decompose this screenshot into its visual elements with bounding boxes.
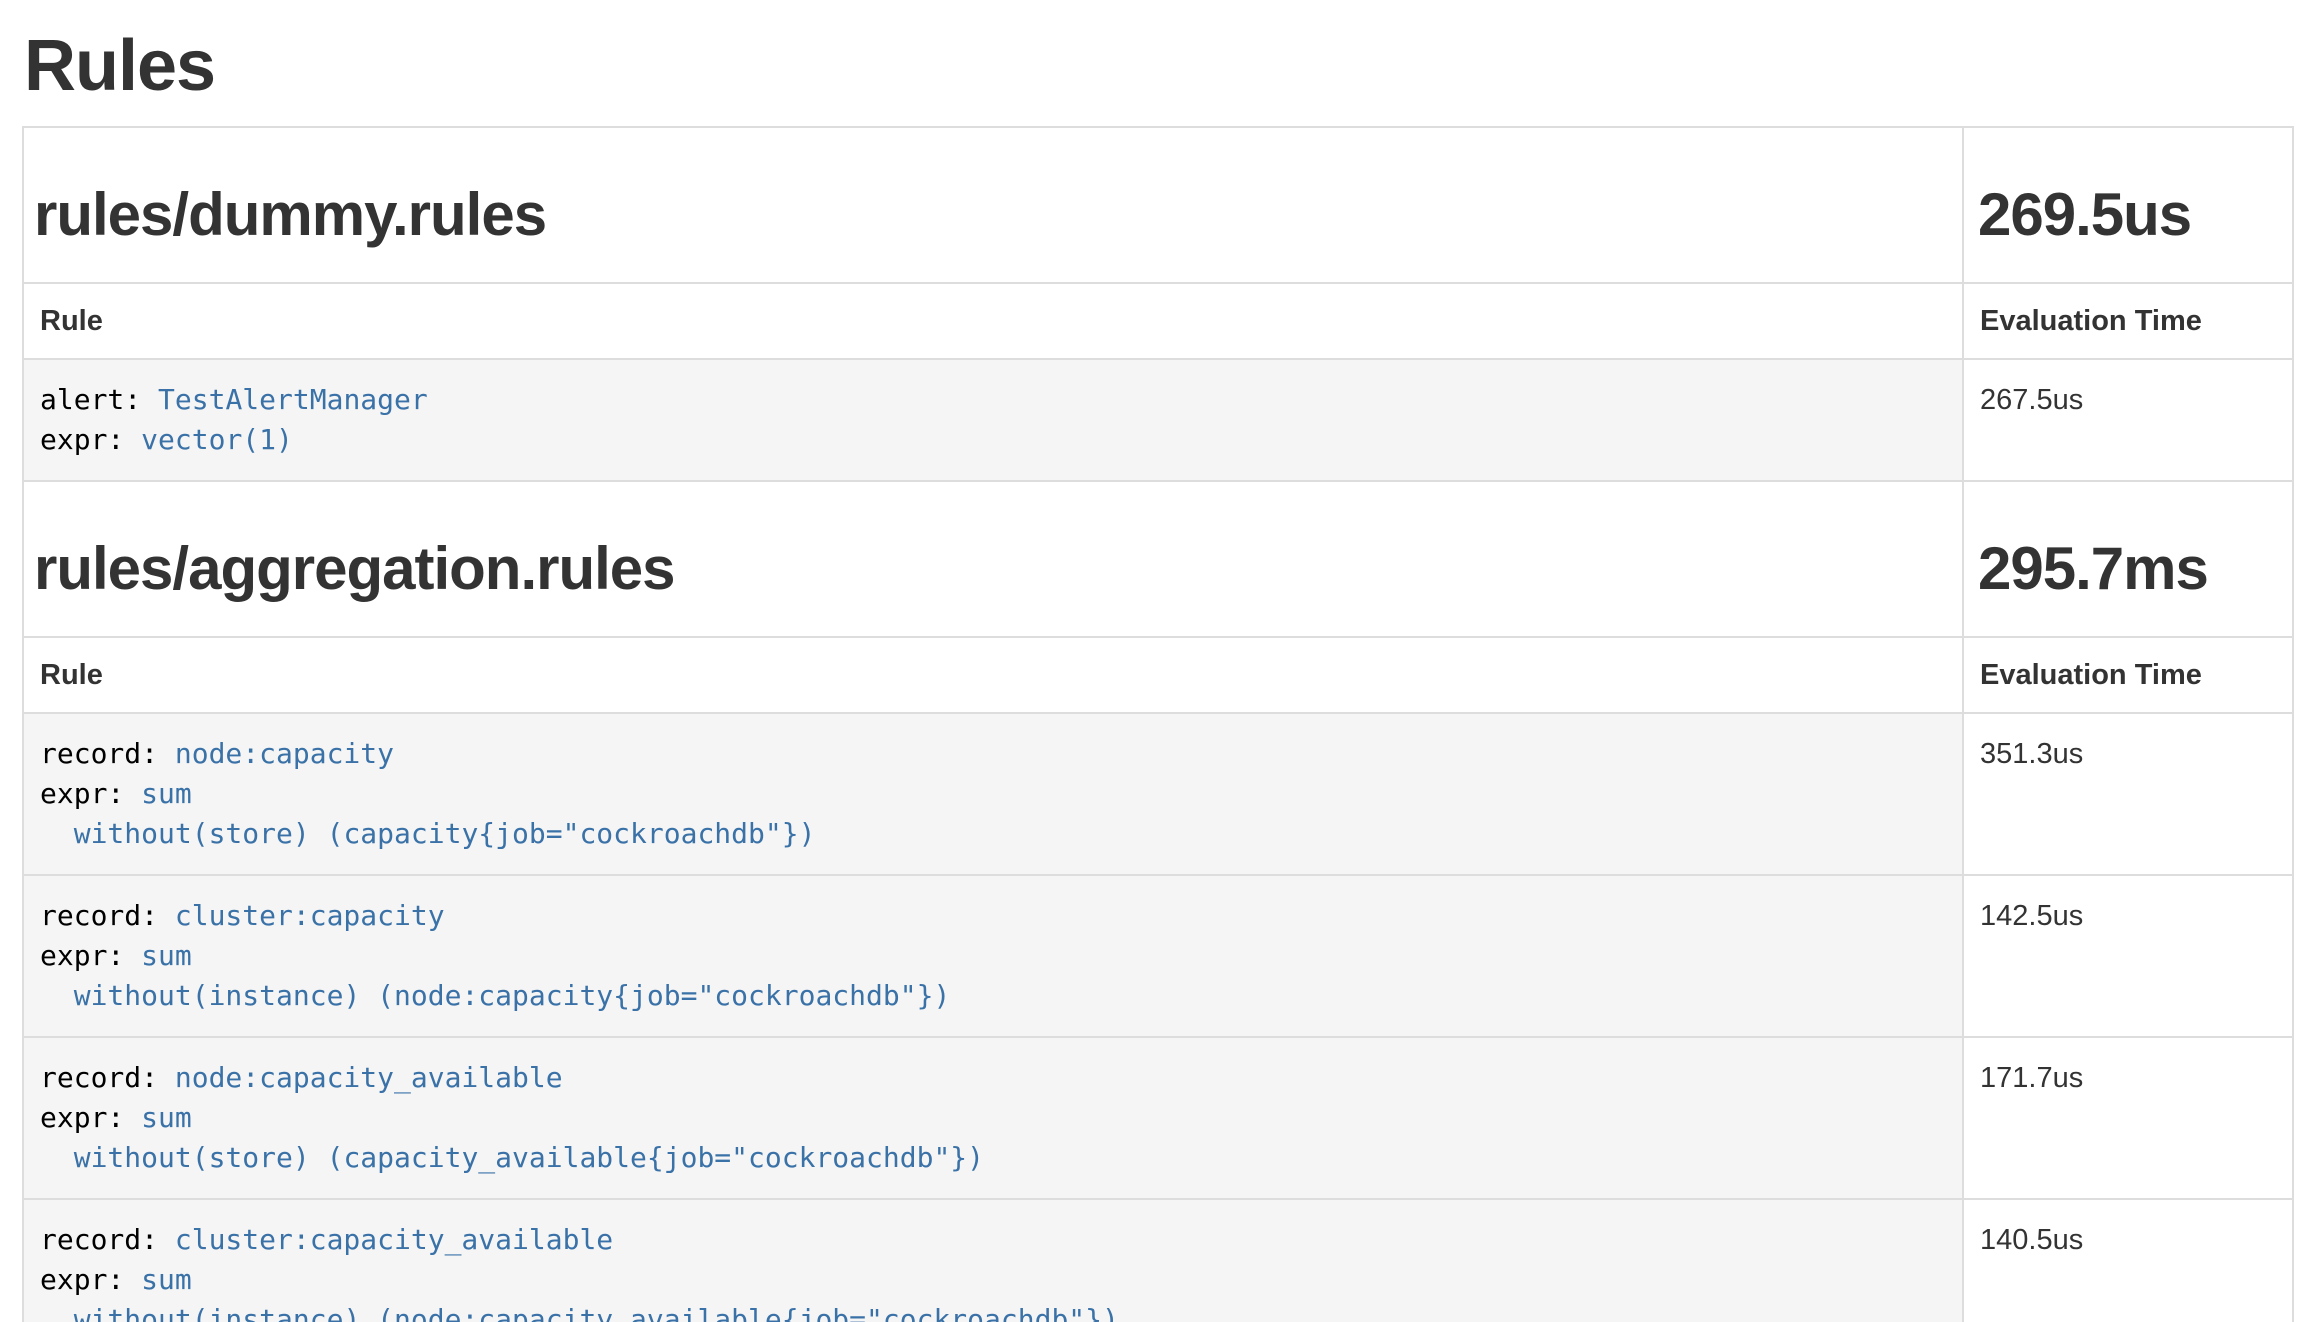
rule-group-eval-total: 269.5us: [1978, 182, 2282, 248]
rule-definition-cell: record: cluster:capacity_availableexpr: …: [23, 1199, 1963, 1322]
rule-keyword: record:: [40, 1223, 175, 1256]
rule-keyword: expr:: [40, 1101, 141, 1134]
rule-row: record: cluster:capacityexpr: sum withou…: [23, 875, 2293, 1037]
rule-row: record: cluster:capacity_availableexpr: …: [23, 1199, 2293, 1322]
rule-keyword: expr:: [40, 1263, 141, 1296]
rule-code-line: record: node:capacity_available: [40, 1058, 1946, 1098]
rule-definition-cell: record: cluster:capacityexpr: sum withou…: [23, 875, 1963, 1037]
rule-keyword: alert:: [40, 383, 158, 416]
rule-expression-link[interactable]: sum: [141, 777, 192, 810]
rule-eval-time: 142.5us: [1963, 875, 2293, 1037]
rule-code-line: expr: sum: [40, 936, 1946, 976]
rule-expression-link[interactable]: TestAlertManager: [158, 383, 428, 416]
rule-keyword: [40, 1303, 74, 1322]
rules-table: rules/dummy.rules269.5usRuleEvaluation T…: [22, 126, 2294, 1322]
rule-expression-link[interactable]: sum: [141, 1101, 192, 1134]
rule-group-header-row: rules/dummy.rules 269.5us: [23, 127, 2293, 283]
column-header-row: RuleEvaluation Time: [23, 637, 2293, 713]
rule-eval-time: 267.5us: [1963, 359, 2293, 481]
rule-keyword: record:: [40, 899, 175, 932]
rule-expression-link[interactable]: cluster:capacity_available: [175, 1223, 613, 1256]
rule-group-eval-total-cell: 269.5us: [1963, 127, 2293, 283]
rule-keyword: record:: [40, 737, 175, 770]
rule-eval-time: 351.3us: [1963, 713, 2293, 875]
page-title: Rules: [24, 30, 2294, 102]
eval-time-column-header: Evaluation Time: [1963, 283, 2293, 359]
rule-keyword: [40, 1141, 74, 1174]
rule-code-line: alert: TestAlertManager: [40, 380, 1946, 420]
rule-group-eval-total: 295.7ms: [1978, 536, 2282, 602]
rule-expression-link[interactable]: without(store) (capacity_available{job="…: [74, 1141, 984, 1174]
rule-code-line: expr: sum: [40, 1260, 1946, 1300]
rule-expression-link[interactable]: without(store) (capacity{job="cockroachd…: [74, 817, 816, 850]
rule-column-header: Rule: [23, 637, 1963, 713]
rule-code-line: expr: vector(1): [40, 420, 1946, 460]
rule-group-file-name: rules/aggregation.rules: [34, 536, 1952, 602]
rule-keyword: expr:: [40, 777, 141, 810]
rule-keyword: [40, 817, 74, 850]
rule-expression-link[interactable]: node:capacity_available: [175, 1061, 563, 1094]
rule-row: record: node:capacityexpr: sum without(s…: [23, 713, 2293, 875]
rule-expression-link[interactable]: sum: [141, 939, 192, 972]
rule-group-header-row: rules/aggregation.rules 295.7ms: [23, 481, 2293, 637]
rule-keyword: expr:: [40, 939, 141, 972]
rule-expression-link[interactable]: cluster:capacity: [175, 899, 445, 932]
rule-code-line: without(instance) (node:capacity{job="co…: [40, 976, 1946, 1016]
rule-definition-cell: alert: TestAlertManagerexpr: vector(1): [23, 359, 1963, 481]
eval-time-column-header: Evaluation Time: [1963, 637, 2293, 713]
rule-definition-cell: record: node:capacity_availableexpr: sum…: [23, 1037, 1963, 1199]
rule-definition-cell: record: node:capacityexpr: sum without(s…: [23, 713, 1963, 875]
rule-code-line: without(store) (capacity{job="cockroachd…: [40, 814, 1946, 854]
rule-group-file-cell: rules/dummy.rules: [23, 127, 1963, 283]
rule-keyword: [40, 979, 74, 1012]
rule-group-file-cell: rules/aggregation.rules: [23, 481, 1963, 637]
rule-keyword: record:: [40, 1061, 175, 1094]
rule-code-line: record: cluster:capacity_available: [40, 1220, 1946, 1260]
rule-code-line: without(instance) (node:capacity_availab…: [40, 1300, 1946, 1322]
rules-page: Rules rules/dummy.rules269.5usRuleEvalua…: [0, 0, 2316, 1322]
column-header-row: RuleEvaluation Time: [23, 283, 2293, 359]
rule-column-header: Rule: [23, 283, 1963, 359]
rule-keyword: expr:: [40, 423, 141, 456]
rule-code-line: record: node:capacity: [40, 734, 1946, 774]
rule-row: record: node:capacity_availableexpr: sum…: [23, 1037, 2293, 1199]
rule-expression-link[interactable]: sum: [141, 1263, 192, 1296]
rule-code-line: expr: sum: [40, 774, 1946, 814]
rule-code-line: expr: sum: [40, 1098, 1946, 1138]
rule-code-line: without(store) (capacity_available{job="…: [40, 1138, 1946, 1178]
rule-group-eval-total-cell: 295.7ms: [1963, 481, 2293, 637]
rule-eval-time: 140.5us: [1963, 1199, 2293, 1322]
rule-expression-link[interactable]: without(instance) (node:capacity_availab…: [74, 1303, 1119, 1322]
rule-group-file-name: rules/dummy.rules: [34, 182, 1952, 248]
rule-expression-link[interactable]: vector(1): [141, 423, 293, 456]
rule-row: alert: TestAlertManagerexpr: vector(1)26…: [23, 359, 2293, 481]
rule-expression-link[interactable]: node:capacity: [175, 737, 394, 770]
rule-expression-link[interactable]: without(instance) (node:capacity{job="co…: [74, 979, 951, 1012]
rule-code-line: record: cluster:capacity: [40, 896, 1946, 936]
rule-eval-time: 171.7us: [1963, 1037, 2293, 1199]
